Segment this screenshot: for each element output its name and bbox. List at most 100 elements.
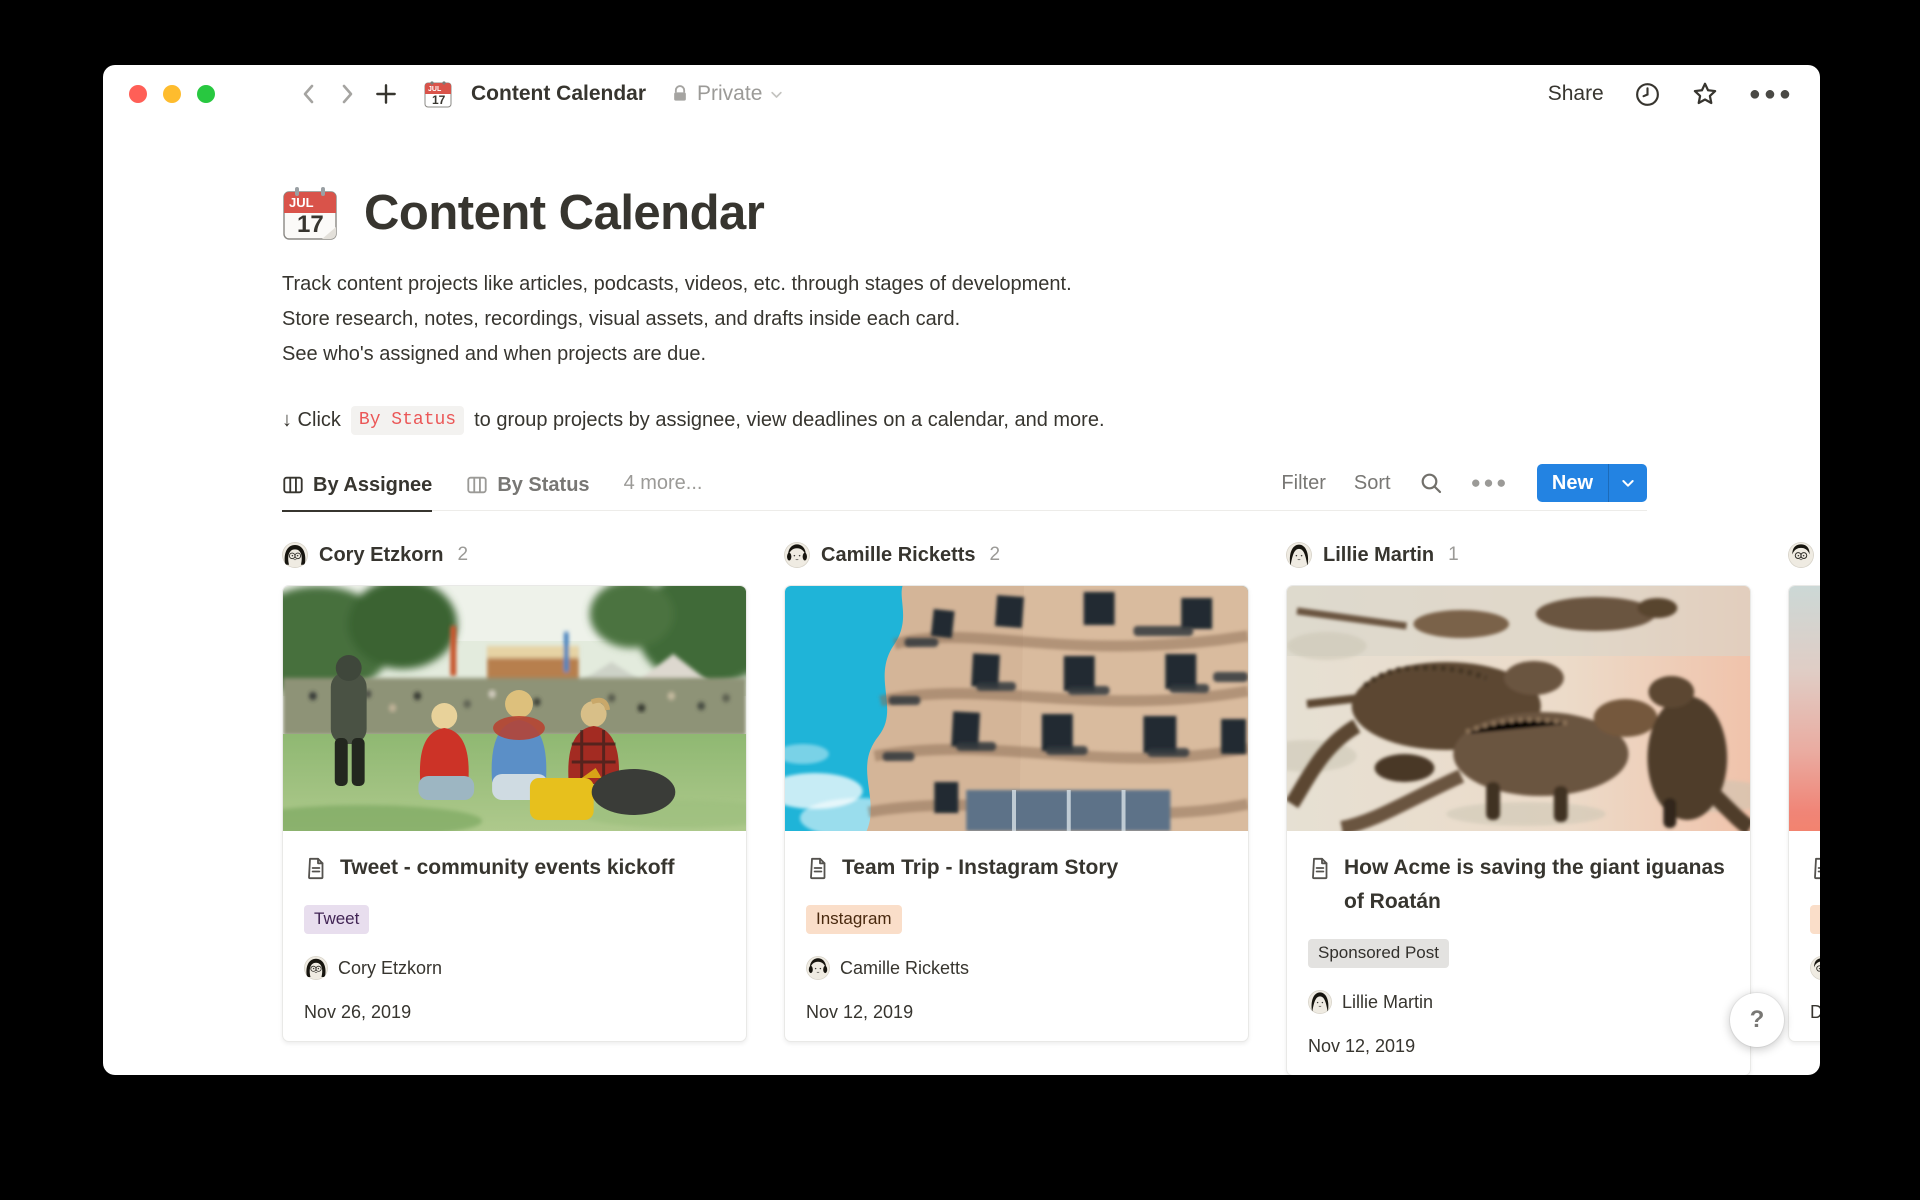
description-line: Store research, notes, recordings, visua…: [282, 302, 1647, 337]
board-column: Camille Ricketts 2 Team Trip - Instagram…: [784, 541, 1249, 1075]
card-cover-image: [283, 586, 746, 831]
board-view-icon: [466, 474, 488, 496]
zoom-window-button[interactable]: [197, 85, 215, 103]
board-column: Lillie Martin 1 How Acme is saving the g…: [1286, 541, 1751, 1075]
sidebar-toggle-icon[interactable]: [245, 84, 273, 104]
card-tag: V: [1810, 905, 1820, 934]
page-icon-calendar-emoji[interactable]: JUL 17: [282, 185, 338, 241]
column-header[interactable]: Camille Ricketts 2: [784, 541, 1249, 569]
card-date: D: [1810, 1002, 1820, 1023]
card-tag: Tweet: [304, 905, 369, 934]
callout-suffix: to group projects by assignee, view dead…: [474, 409, 1104, 432]
board-column: V D: [1788, 541, 1820, 1075]
description-line: See who's assigned and when projects are…: [282, 337, 1647, 372]
card-tag: Instagram: [806, 905, 902, 934]
close-window-button[interactable]: [129, 85, 147, 103]
assignee-name: Lillie Martin: [1342, 992, 1433, 1013]
card-date: Nov 12, 2019: [806, 1002, 1227, 1023]
sort-button[interactable]: Sort: [1354, 472, 1391, 495]
card-title: How Acme is saving the giant iguanas of …: [1344, 851, 1729, 919]
document-icon: [304, 851, 328, 885]
traffic-lights: [129, 85, 215, 103]
document-icon: [1810, 851, 1820, 885]
tab-label: By Status: [497, 474, 589, 497]
tab-by-status[interactable]: By Status: [466, 474, 589, 512]
updates-clock-icon[interactable]: [1634, 81, 1661, 108]
assignee-avatar: [806, 956, 830, 980]
minimize-window-button[interactable]: [163, 85, 181, 103]
column-name: Cory Etzkorn: [319, 544, 443, 567]
card-cover-image: [1287, 586, 1750, 831]
column-name: Lillie Martin: [1323, 544, 1434, 567]
svg-text:JUL: JUL: [428, 86, 442, 93]
help-button[interactable]: ?: [1730, 993, 1784, 1047]
assignee-name: Cory Etzkorn: [338, 958, 442, 979]
svg-text:17: 17: [432, 93, 446, 107]
new-button-group: New: [1537, 464, 1647, 502]
privacy-control[interactable]: Private: [670, 82, 784, 106]
lock-icon: [670, 84, 690, 104]
share-button[interactable]: Share: [1548, 82, 1604, 106]
content-card[interactable]: Team Trip - Instagram Story Instagram Ca…: [784, 585, 1249, 1042]
assignee-avatar: [1308, 990, 1332, 1014]
svg-text:17: 17: [297, 211, 324, 238]
column-count: 1: [1448, 544, 1459, 566]
column-count: 2: [990, 544, 1001, 566]
column-count: 2: [457, 544, 468, 566]
breadcrumb-page-title[interactable]: Content Calendar: [471, 82, 646, 106]
board-view: Cory Etzkorn 2 Tweet - community events …: [103, 541, 1820, 1075]
svg-text:JUL: JUL: [289, 195, 314, 210]
page-description: Track content projects like articles, po…: [282, 267, 1647, 372]
back-icon[interactable]: [297, 82, 321, 106]
page-title: Content Calendar: [364, 185, 764, 241]
privacy-label: Private: [697, 82, 762, 106]
board-view-icon: [282, 474, 304, 496]
chevron-down-icon: [769, 87, 784, 102]
assignee-avatar: [304, 956, 328, 980]
column-name: Camille Ricketts: [821, 544, 976, 567]
card-title: Team Trip - Instagram Story: [842, 851, 1118, 885]
forward-icon[interactable]: [335, 82, 359, 106]
by-status-code-chip: By Status: [351, 406, 464, 435]
view-bar: By Assignee By Status 4 more... Filter S…: [282, 461, 1647, 511]
card-date: Nov 12, 2019: [1308, 1036, 1729, 1057]
column-header[interactable]: Cory Etzkorn 2: [282, 541, 747, 569]
new-page-icon[interactable]: [373, 81, 399, 107]
board-column: Cory Etzkorn 2 Tweet - community events …: [282, 541, 747, 1075]
card-title: Tweet - community events kickoff: [340, 851, 675, 885]
favorite-star-icon[interactable]: [1691, 80, 1719, 108]
notion-window: JUL 17 Content Calendar Private Share ●●…: [103, 65, 1820, 1075]
callout-prefix: ↓ Click: [282, 409, 341, 432]
new-button[interactable]: New: [1537, 464, 1608, 502]
card-cover-image: [785, 586, 1248, 831]
assignee-avatar: [784, 542, 810, 568]
description-line: Track content projects like articles, po…: [282, 267, 1647, 302]
more-views-button[interactable]: 4 more...: [624, 472, 703, 510]
content-card[interactable]: V D: [1788, 585, 1820, 1042]
content-card[interactable]: Tweet - community events kickoff Tweet C…: [282, 585, 747, 1042]
column-header[interactable]: Lillie Martin 1: [1286, 541, 1751, 569]
callout-line: ↓ Click By Status to group projects by a…: [282, 406, 1647, 435]
search-icon[interactable]: [1419, 471, 1443, 495]
assignee-name: Camille Ricketts: [840, 958, 969, 979]
card-date: Nov 26, 2019: [304, 1002, 725, 1023]
tab-by-assignee[interactable]: By Assignee: [282, 474, 432, 512]
document-icon: [806, 851, 830, 885]
assignee-avatar: [1788, 542, 1814, 568]
chevron-down-icon: [1620, 475, 1636, 491]
card-tag: Sponsored Post: [1308, 939, 1449, 968]
assignee-avatar: [1286, 542, 1312, 568]
more-options-icon[interactable]: ●●●: [1749, 83, 1794, 106]
column-header[interactable]: [1788, 541, 1820, 569]
filter-button[interactable]: Filter: [1281, 472, 1325, 495]
tab-label: By Assignee: [313, 474, 432, 497]
content-card[interactable]: How Acme is saving the giant iguanas of …: [1286, 585, 1751, 1075]
new-dropdown-button[interactable]: [1609, 464, 1647, 502]
assignee-avatar: [282, 542, 308, 568]
card-cover-image: [1789, 586, 1820, 831]
assignee-avatar: [1810, 956, 1820, 980]
document-icon: [1308, 851, 1332, 919]
view-options-icon[interactable]: ●●●: [1471, 473, 1509, 493]
page-calendar-icon: JUL 17: [423, 79, 453, 109]
titlebar: JUL 17 Content Calendar Private Share ●●…: [103, 65, 1820, 123]
